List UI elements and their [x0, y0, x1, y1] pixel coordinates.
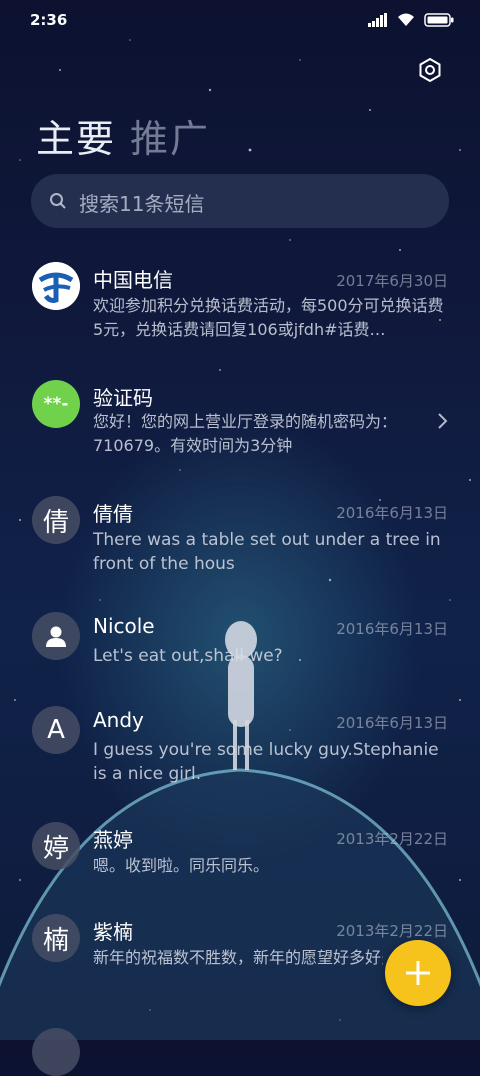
person-icon [46, 626, 66, 647]
message-item-qianqian[interactable]: 倩 倩倩 2016年6月13日 There was a table set ou… [0, 482, 480, 592]
message-preview: I guess you're some lucky guy.Stephanie … [93, 740, 439, 784]
wifi-icon [398, 13, 414, 26]
message-preview: 新年的祝福数不胜数，新年的愿望好多好多，新年的问候依旧美好，在这个温馨的时刻… [93, 946, 383, 994]
message-item-andy[interactable]: A Andy 2016年6月13日 I guess you're some lu… [0, 692, 480, 802]
message-preview: Let's eat out,shall we? [93, 646, 283, 666]
contact-avatar: 倩 [32, 496, 80, 544]
new-message-button[interactable] [385, 940, 451, 1006]
status-bar: 2:36 [0, 0, 480, 40]
message-date: 2017年6月30日 [336, 272, 448, 290]
message-preview: 嗯。收到啦。同乐同乐。 [93, 856, 270, 875]
settings-gear-icon[interactable] [416, 56, 444, 84]
contact-avatar: 婷 [32, 822, 80, 870]
contact-avatar: A [32, 706, 80, 754]
battery-icon [424, 12, 454, 27]
chevron-right-icon[interactable] [436, 412, 448, 430]
message-date: 2013年2月22日 [336, 830, 448, 848]
signal-icon [368, 12, 387, 27]
tab-bar: 主要 推广 [36, 108, 210, 163]
contact-avatar: 楠 [32, 914, 80, 962]
message-preview: There was a table set out under a tree i… [93, 530, 441, 574]
contact-name: Nicole [93, 614, 155, 638]
message-date: 2016年6月13日 [336, 504, 448, 522]
contact-name: Andy [93, 708, 144, 732]
search-bar[interactable]: 搜索11条短信 [31, 174, 449, 228]
verification-code-avatar: **- [32, 380, 80, 428]
search-icon [50, 193, 66, 209]
tab-main[interactable]: 主要 [36, 108, 116, 163]
status-time: 2:36 [30, 11, 68, 29]
china-telecom-logo-icon [32, 262, 80, 310]
message-preview: 您好！您的网上营业厅登录的随机密码为：710679。有效时间为3分钟 [93, 412, 398, 455]
contact-avatar-partial [32, 1028, 80, 1076]
message-preview-text: 新年的祝福数不胜数，新年的愿望好多好多，新年的问候依旧美好，在这个温馨的时刻… [93, 948, 383, 967]
contact-name: 燕婷 [93, 828, 133, 852]
contact-name: 验证码 [93, 386, 153, 410]
tab-promotions[interactable]: 推广 [130, 108, 210, 163]
message-item-verification-code[interactable]: **- 验证码 您好！您的网上营业厅登录的随机密码为：710679。有效时间为3… [0, 364, 480, 474]
plus-icon [406, 961, 430, 985]
contact-avatar [32, 612, 80, 660]
message-date: 2016年6月13日 [336, 714, 448, 732]
message-date: 2013年2月22日 [336, 922, 448, 940]
message-item-china-telecom[interactable]: 中国电信 2017年6月30日 欢迎参加积分兑换话费活动，每500分可兑换话费5… [0, 248, 480, 358]
message-date: 2016年6月13日 [336, 620, 448, 638]
contact-name: 紫楠 [93, 920, 133, 944]
search-placeholder: 搜索11条短信 [79, 192, 205, 216]
message-preview: 欢迎参加积分兑换话费活动，每500分可兑换话费5元，兑换话费请回复106或jfd… [93, 296, 444, 339]
contact-name: 倩倩 [93, 502, 133, 526]
contact-name: 中国电信 [93, 268, 173, 292]
